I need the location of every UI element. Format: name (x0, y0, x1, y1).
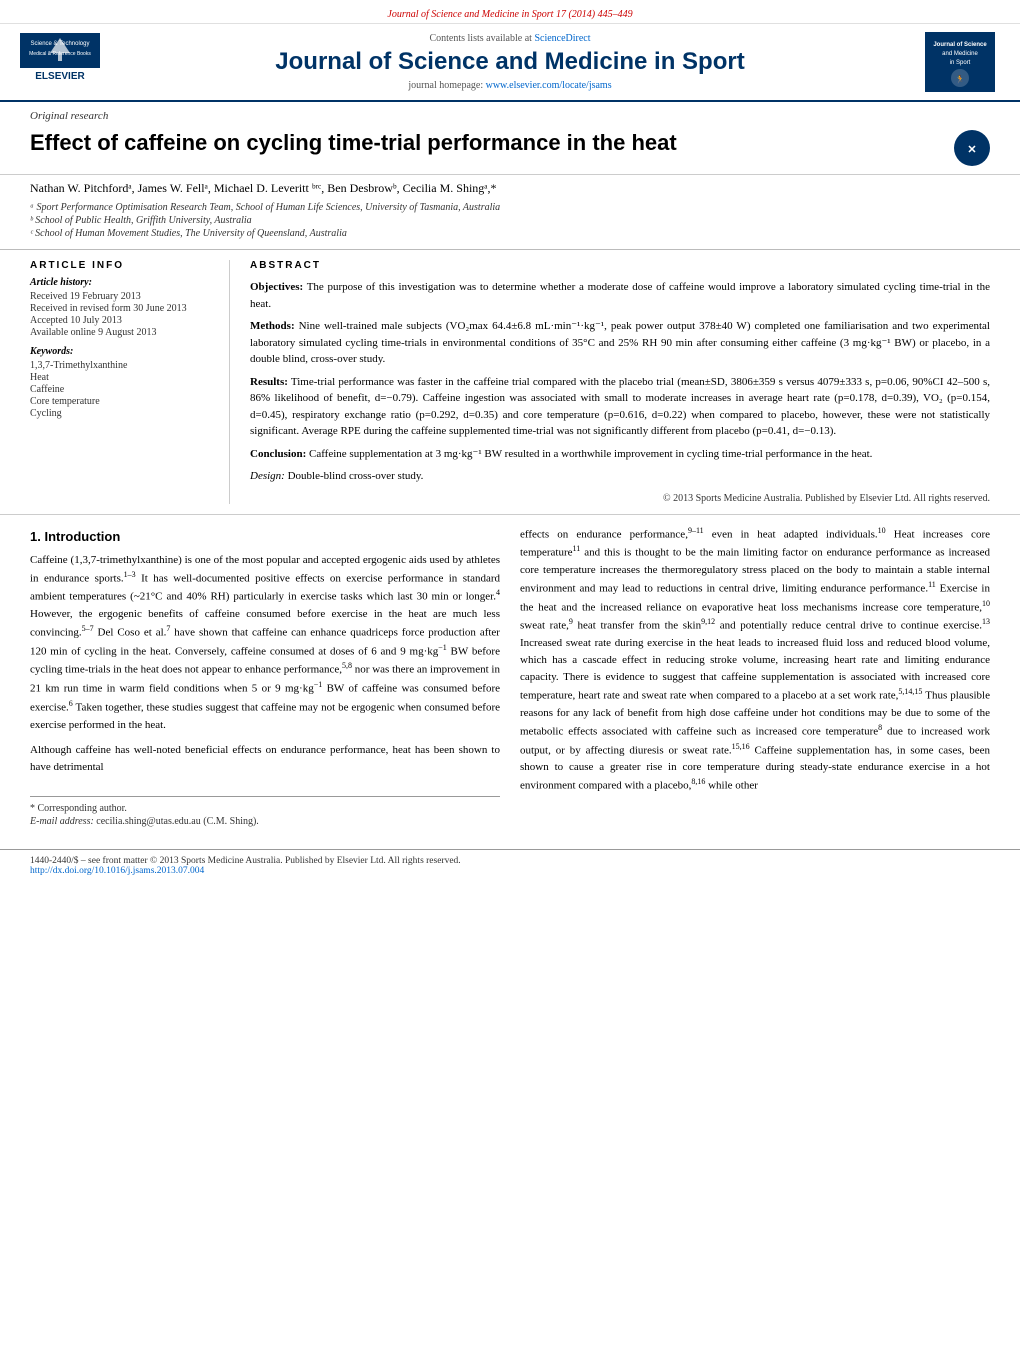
homepage-label: journal homepage: (408, 80, 483, 91)
homepage-url[interactable]: www.elsevier.com/locate/jsams (486, 80, 612, 91)
affiliations: ᵃ Sport Performance Optimisation Researc… (0, 198, 1020, 250)
contents-label: Contents lists available at (429, 33, 531, 44)
doi-link[interactable]: http://dx.doi.org/10.1016/j.jsams.2013.0… (30, 866, 204, 876)
right-para-1: effects on endurance performance,9–11 ev… (520, 525, 990, 796)
abstract-objectives: Objectives: The purpose of this investig… (250, 279, 990, 312)
article-info: ARTICLE INFO Article history: Received 1… (30, 260, 230, 504)
svg-text:in Sport: in Sport (950, 60, 971, 66)
crossmark-icon: ✕ (954, 130, 990, 166)
keyword-1: 1,3,7-Trimethylxanthine (30, 360, 214, 371)
article-title-section: Effect of caffeine on cycling time-trial… (0, 126, 1020, 175)
left-column: 1. Introduction Caffeine (1,3,7-trimethy… (30, 525, 500, 829)
affiliation-c: ᶜ School of Human Movement Studies, The … (30, 228, 990, 239)
keywords-label: Keywords: (30, 346, 214, 357)
journal-homepage: journal homepage: www.elsevier.com/locat… (100, 80, 920, 91)
svg-text:ELSEVIER: ELSEVIER (35, 71, 85, 82)
email-address: cecilia.shing@utas.edu.au (C.M. Shing). (96, 816, 259, 827)
footnote-area: * Corresponding author. E-mail address: … (30, 796, 500, 827)
keyword-4: Core temperature (30, 396, 214, 407)
footnote-star: * Corresponding author. (30, 803, 500, 814)
abstract-heading: ABSTRACT (250, 260, 990, 271)
svg-text:🏃: 🏃 (955, 74, 965, 84)
journal-reference: Journal of Science and Medicine in Sport… (387, 9, 632, 20)
introduction-heading: 1. Introduction (30, 529, 500, 544)
conclusion-label: Conclusion: (250, 448, 306, 460)
methods-label: Methods: (250, 320, 295, 332)
abstract-design: Design: Double-blind cross-over study. (250, 468, 990, 485)
design-label: Design: (250, 470, 285, 482)
article-title: Effect of caffeine on cycling time-trial… (30, 130, 954, 156)
header-section: Science & Technology Medical & Reference… (0, 24, 1020, 102)
affiliation-b: ᵇ School of Public Health, Griffith Univ… (30, 215, 990, 226)
results-text: Time-trial performance was faster in the… (250, 376, 990, 438)
footnote-email: E-mail address: cecilia.shing@utas.edu.a… (30, 816, 500, 827)
elsevier-logo-svg: Science & Technology Medical & Reference… (20, 33, 100, 88)
doi-line: http://dx.doi.org/10.1016/j.jsams.2013.0… (30, 866, 990, 876)
methods-text: Nine well-trained male subjects (VO₂max … (250, 320, 990, 365)
bottom-bar: 1440-2440/$ – see front matter © 2013 Sp… (0, 849, 1020, 882)
journal-logo-svg: Journal of Science and Medicine in Sport… (925, 32, 995, 92)
top-bar: Journal of Science and Medicine in Sport… (0, 0, 1020, 24)
article-history: Article history: Received 19 February 20… (30, 277, 214, 338)
abstract-methods: Methods: Nine well-trained male subjects… (250, 318, 990, 368)
elsevier-logo: Science & Technology Medical & Reference… (20, 33, 100, 92)
crossmark-badge: ✕ (954, 130, 990, 166)
objectives-text: The purpose of this investigation was to… (250, 281, 990, 310)
page: Journal of Science and Medicine in Sport… (0, 0, 1020, 1351)
keyword-list: 1,3,7-Trimethylxanthine Heat Caffeine Co… (30, 360, 214, 419)
abstract-results: Results: Time-trial performance was fast… (250, 374, 990, 440)
article-info-heading: ARTICLE INFO (30, 260, 214, 271)
article-type-label: Original research (30, 110, 108, 122)
available-date: Available online 9 August 2013 (30, 327, 214, 338)
email-label: E-mail address: (30, 816, 94, 827)
intro-para-2: Although caffeine has well-noted benefic… (30, 742, 500, 776)
received-date: Received 19 February 2013 (30, 291, 214, 302)
sciencedirect-link[interactable]: ScienceDirect (534, 33, 590, 44)
abstract-conclusion: Conclusion: Caffeine supplementation at … (250, 446, 990, 463)
keyword-5: Cycling (30, 408, 214, 419)
design-text: Double-blind cross-over study. (288, 470, 424, 482)
keyword-3: Caffeine (30, 384, 214, 395)
authors-line: Nathan W. Pitchfordᵃ, James W. Fellᵃ, Mi… (0, 175, 1020, 198)
svg-text:Journal of Science: Journal of Science (933, 42, 987, 48)
svg-text:and Medicine: and Medicine (942, 51, 978, 57)
two-col-section: ARTICLE INFO Article history: Received 1… (0, 250, 1020, 515)
journal-logo-right: Journal of Science and Medicine in Sport… (920, 32, 1000, 92)
intro-para-1: Caffeine (1,3,7-trimethylxanthine) is on… (30, 552, 500, 734)
issn-line: 1440-2440/$ – see front matter © 2013 Sp… (30, 856, 990, 866)
revised-date: Received in revised form 30 June 2013 (30, 303, 214, 314)
right-column: effects on endurance performance,9–11 ev… (520, 525, 990, 829)
authors: Nathan W. Pitchfordᵃ, James W. Fellᵃ, Mi… (30, 181, 497, 195)
contents-line: Contents lists available at ScienceDirec… (100, 33, 920, 44)
affiliation-a: ᵃ Sport Performance Optimisation Researc… (30, 202, 990, 213)
journal-title-area: Contents lists available at ScienceDirec… (100, 33, 920, 91)
conclusion-text: Caffeine supplementation at 3 mg·kg⁻¹ BW… (309, 448, 872, 460)
copyright: © 2013 Sports Medicine Australia. Publis… (250, 493, 990, 504)
main-content: 1. Introduction Caffeine (1,3,7-trimethy… (0, 515, 1020, 839)
keyword-2: Heat (30, 372, 214, 383)
accepted-date: Accepted 10 July 2013 (30, 315, 214, 326)
journal-main-title: Journal of Science and Medicine in Sport (100, 48, 920, 76)
abstract-section: ABSTRACT Objectives: The purpose of this… (250, 260, 990, 504)
keywords-section: Keywords: 1,3,7-Trimethylxanthine Heat C… (30, 346, 214, 419)
history-label: Article history: (30, 277, 214, 288)
article-type: Original research (0, 102, 1020, 126)
svg-text:✕: ✕ (967, 144, 976, 156)
results-label: Results: (250, 376, 288, 388)
objectives-label: Objectives: (250, 281, 303, 293)
